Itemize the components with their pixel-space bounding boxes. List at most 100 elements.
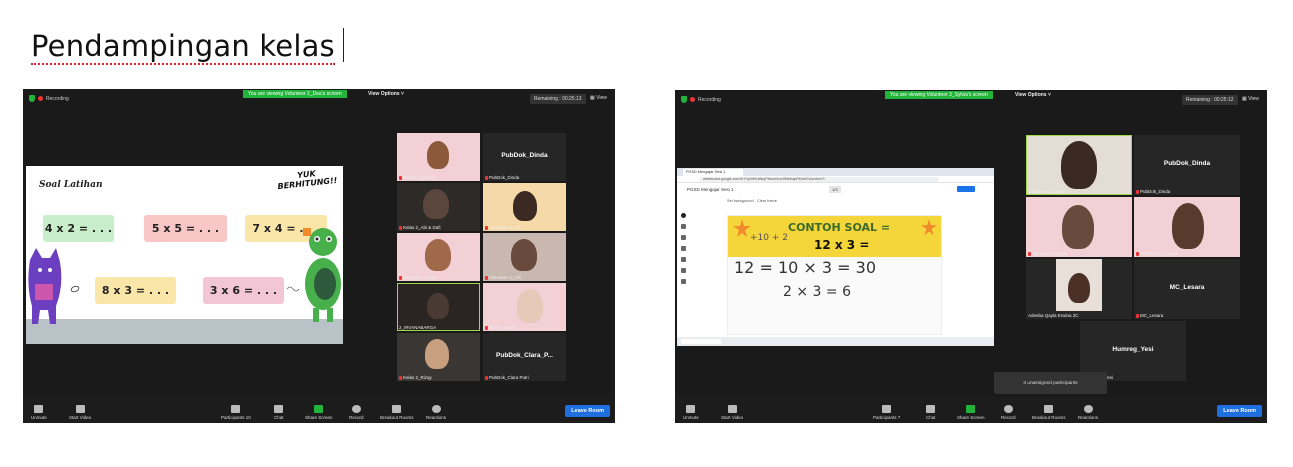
participant-tile[interactable]: Kelas 2_Rizqy <box>397 333 480 381</box>
record-dot-icon <box>38 96 43 101</box>
participants-button[interactable]: Participants 7 <box>873 405 900 420</box>
zoom-screenshot-right: Recording You are viewing Volunteer 3_Sy… <box>675 90 1267 423</box>
participant-tile[interactable]: Sceria_Kezia <box>483 283 566 331</box>
participants-count: 10 <box>245 415 251 420</box>
muted-mic-icon <box>1136 313 1139 318</box>
share-button[interactable] <box>957 186 975 192</box>
view-button[interactable]: ▦ View <box>1242 96 1259 102</box>
record-button[interactable]: Record <box>1001 405 1016 420</box>
participants-icon <box>231 405 241 413</box>
chat-label: Chat <box>274 415 284 420</box>
chat-button[interactable]: Chat <box>274 405 284 420</box>
reactions-icon <box>431 405 441 413</box>
shape-tool-icon[interactable] <box>681 268 686 273</box>
taskbar-search[interactable] <box>681 339 721 344</box>
recording-indicator: Recording <box>29 95 69 102</box>
slide-floor <box>26 319 343 344</box>
participant-tile[interactable]: Adeeba Qayla Erwina 3C <box>1026 259 1132 319</box>
star-icon <box>733 219 751 237</box>
set-background-button[interactable]: Set background <box>727 199 754 203</box>
participant-label: Volunteer 2_Dea <box>399 275 437 280</box>
participant-tile-active[interactable]: 2_IRVANABARGA <box>397 283 480 331</box>
view-options-button[interactable]: View Options ˅ <box>1015 92 1051 98</box>
muted-mic-icon <box>399 175 402 180</box>
participant-tile[interactable]: PubDok_Clara_P... PubDok_Clara Putri <box>483 333 566 381</box>
participants-icon <box>882 405 892 413</box>
slide-yuk-text: YUK BERHITUNG!! <box>276 167 338 191</box>
participant-video <box>1068 273 1090 303</box>
participant-tile[interactable]: PubDok_Dinda PubDok_Dinda <box>483 133 566 181</box>
breakout-rooms-button[interactable]: Breakout Rooms <box>380 405 414 420</box>
view-options-button[interactable]: View Options ˅ <box>368 91 404 97</box>
participant-tile[interactable]: Volunteer 3_Juan <box>1026 197 1132 257</box>
url-field[interactable]: whiteboard.google.com/d/1Tqs9KEzBkqPNstu… <box>699 177 939 182</box>
participant-tile[interactable]: MC_Lesara MC_Lesara <box>1134 259 1240 319</box>
participant-display-name: PubDok_Dinda <box>1163 160 1211 167</box>
participants-label: Participants <box>221 415 245 420</box>
address-bar: whiteboard.google.com/d/1Tqs9KEzBkqPNstu… <box>677 176 994 183</box>
view-button[interactable]: ▦ View <box>590 95 607 101</box>
participant-tile[interactable]: Volunteer 2_Citi <box>483 233 566 281</box>
muted-mic-icon <box>399 375 402 380</box>
document-title-text: Pendampingan kelas <box>31 29 335 65</box>
marker-tool-icon[interactable] <box>681 224 686 229</box>
participants-label: Participants <box>873 415 897 420</box>
participant-tile[interactable]: Volunteer 2_Ino <box>483 183 566 231</box>
image-tool-icon[interactable] <box>681 246 686 251</box>
participant-label: PubDok_Dinda <box>1136 189 1170 194</box>
reactions-button[interactable]: Reactions <box>1078 405 1098 420</box>
participant-label: Volunteer 3_Tessa <box>1136 251 1177 256</box>
share-screen-button[interactable]: Share Screen <box>305 405 333 420</box>
select-tool-icon[interactable] <box>681 235 686 240</box>
participant-tile[interactable]: Perkas_Liandini <box>397 133 480 181</box>
breakout-rooms-button[interactable]: Breakout Rooms <box>1032 405 1066 420</box>
breakout-rooms-label: Breakout Rooms <box>380 415 414 420</box>
participant-tile-active[interactable]: Volunteer 3_Sylvia <box>1026 135 1132 195</box>
participant-name: PubDok_Dinda <box>1140 189 1171 194</box>
handwritten-step-2: 2 × 3 = 6 <box>783 284 851 300</box>
share-screen-label: Share Screen <box>957 415 985 420</box>
participant-video <box>425 239 451 271</box>
participant-label: Perkas_Liandini <box>399 175 435 180</box>
breakout-rooms-label: Breakout Rooms <box>1032 415 1066 420</box>
start-video-button[interactable]: Start Video <box>69 405 91 420</box>
mic-muted-icon <box>34 405 44 413</box>
breakout-rooms-icon <box>392 405 402 413</box>
participant-tile[interactable]: Volunteer 3_Tessa <box>1134 197 1240 257</box>
participant-name: Volunteer 3_Juan <box>1032 251 1068 256</box>
turtle-mascot-icon <box>303 228 341 322</box>
participant-label: Kelas 2_Abi & Dafi <box>399 225 441 230</box>
participant-tile[interactable]: Volunteer 2_Dea <box>397 233 480 281</box>
participants-gallery: Volunteer 3_Sylvia PubDok_Dinda PubDok_D… <box>1026 135 1240 382</box>
participant-video <box>1062 205 1094 249</box>
chat-button[interactable]: Chat <box>926 405 936 420</box>
participants-button[interactable]: Participants 10 <box>221 405 251 420</box>
pen-tool-icon[interactable] <box>681 213 686 218</box>
unmute-button[interactable]: Unmute <box>31 405 47 420</box>
unmute-button[interactable]: Unmute <box>683 405 699 420</box>
participant-video <box>517 289 543 323</box>
leave-room-button[interactable]: Leave Room <box>565 405 610 417</box>
unassigned-participants-notice[interactable]: 3 unassigned participants <box>994 372 1107 394</box>
remaining-timer: Remaining : 00:25:12 <box>1182 95 1238 105</box>
participant-name: PubDok_Dinda <box>489 175 520 180</box>
browser-tab[interactable]: PGSD Mengajar Sesi 1 <box>683 169 743 176</box>
leave-room-button[interactable]: Leave Room <box>1217 405 1262 417</box>
shared-browser: PGSD Mengajar Sesi 1 whiteboard.google.c… <box>677 168 994 346</box>
text-cursor <box>342 28 344 62</box>
reactions-button[interactable]: Reactions <box>426 405 446 420</box>
whiteboard-canvas[interactable]: CONTOH SOAL = 12 x 3 = +10 + 2 12 = 10 ×… <box>727 215 942 335</box>
participant-tile[interactable]: PubDok_Dinda PubDok_Dinda <box>1134 135 1240 195</box>
frame-counter[interactable]: 1/3 <box>829 186 841 193</box>
participant-tile[interactable]: Kelas 2_Abi & Dafi <box>397 183 480 231</box>
share-screen-button[interactable]: Share Screen <box>957 405 985 420</box>
clear-frame-button[interactable]: Clear frame <box>757 199 777 203</box>
participant-video <box>425 339 449 369</box>
view-label: View <box>596 95 607 101</box>
chat-icon <box>926 405 936 413</box>
start-video-button[interactable]: Start Video <box>721 405 743 420</box>
sticky-note-icon[interactable] <box>681 257 686 262</box>
muted-mic-icon <box>1028 251 1031 256</box>
record-button[interactable]: Record <box>349 405 364 420</box>
text-tool-icon[interactable] <box>681 279 686 284</box>
